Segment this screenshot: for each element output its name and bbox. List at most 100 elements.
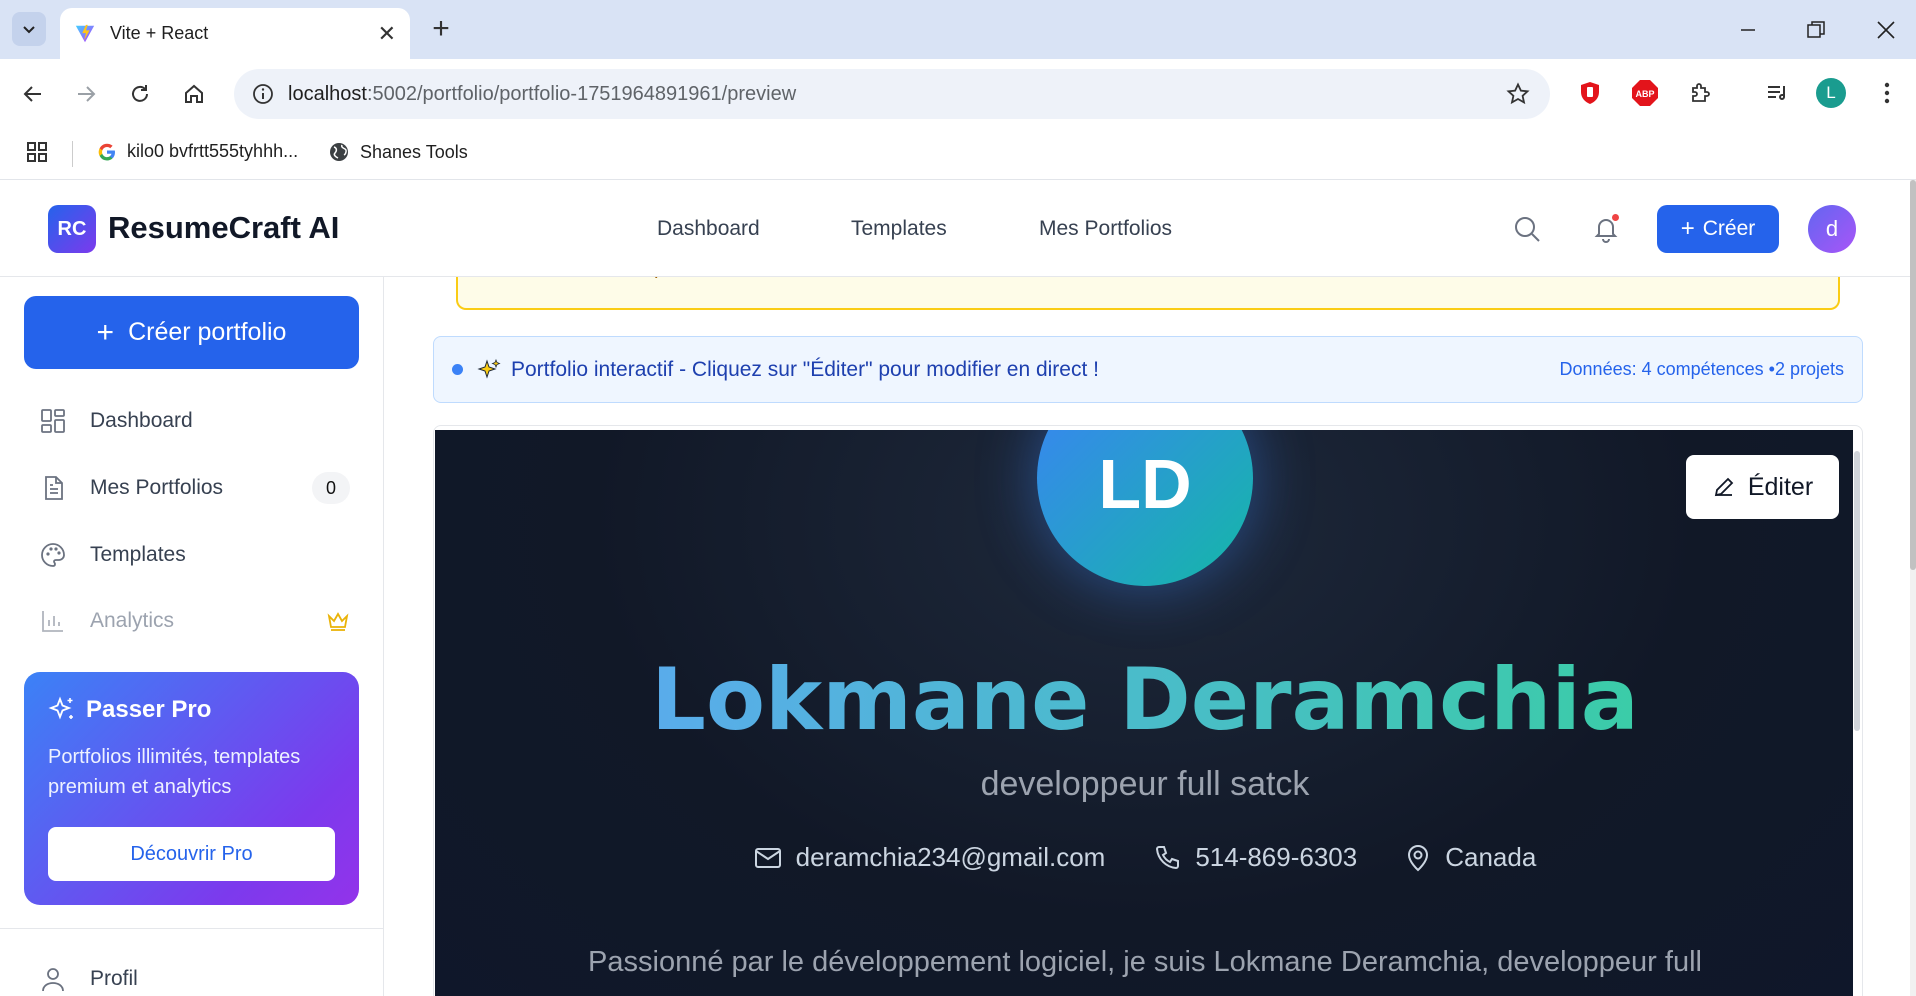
notification-dot	[1610, 212, 1621, 223]
create-portfolio-label: Créer portfolio	[128, 318, 287, 346]
sidebar-item-analytics[interactable]: Analytics	[40, 601, 350, 641]
search-icon	[1515, 217, 1540, 242]
edit-button-label: Éditer	[1747, 472, 1814, 501]
bookmarks-bar: kilo0 bvfrtt555tyhhh... Shanes Tools	[0, 129, 1916, 180]
app-header: RC ResumeCraft AI Dashboard Templates Me…	[0, 180, 1910, 277]
arrow-left-icon	[23, 86, 41, 102]
minimize-icon	[1741, 29, 1755, 31]
address-bar[interactable]: localhost:5002/portfolio/portfolio-17519…	[234, 69, 1550, 119]
info-message: Portfolio interactif - Cliquez sur "Édit…	[511, 357, 1099, 381]
extensions-puzzle-icon[interactable]	[1684, 76, 1718, 110]
url-host: localhost	[288, 82, 367, 105]
browser-menu-icon[interactable]	[1870, 76, 1904, 110]
warning-banner: p	[456, 277, 1840, 310]
palette-icon	[41, 543, 65, 567]
contact-email[interactable]: deramchia234@gmail.com	[754, 842, 1106, 873]
portfolio-avatar: LD	[1037, 430, 1253, 586]
logo-text[interactable]: ResumeCraft AI	[108, 210, 339, 246]
pro-title: Passer Pro	[86, 696, 212, 723]
bookmark-label: kilo0 bvfrtt555tyhhh...	[127, 141, 299, 161]
new-tab-button[interactable]: +	[424, 12, 458, 46]
bookmark-label: Shanes Tools	[360, 141, 468, 162]
chevron-down-icon	[23, 26, 35, 34]
dashboard-icon	[41, 409, 65, 433]
home-icon	[185, 84, 203, 103]
portfolio-name: Lokmane Deramchia	[435, 650, 1853, 750]
topnav-templates[interactable]: Templates	[851, 217, 947, 241]
portfolio-bio: Passionné par le développement logiciel,…	[588, 946, 1702, 978]
search-button[interactable]	[1508, 210, 1546, 248]
portfolio-role: developpeur full satck	[980, 765, 1310, 803]
page-scrollbar-track[interactable]	[1910, 180, 1916, 996]
close-icon	[1877, 21, 1895, 39]
portfolio-count-badge: 0	[312, 472, 350, 504]
profile-avatar[interactable]: L	[1816, 78, 1846, 108]
edit-button[interactable]: Éditer	[1686, 455, 1839, 519]
page-scrollbar-thumb[interactable]	[1910, 180, 1916, 570]
sidebar-item-templates[interactable]: Templates	[40, 535, 350, 575]
vite-favicon-icon	[75, 24, 95, 42]
portfolio-preview-frame: LD Éditer Lokmane Deramchia developpeur …	[433, 425, 1863, 996]
media-queue-icon[interactable]	[1760, 76, 1794, 110]
bookmark-item[interactable]: kilo0 bvfrtt555tyhhh...	[97, 141, 298, 162]
sidebar-item-profil[interactable]: Profil	[40, 959, 350, 996]
close-window-button[interactable]	[1866, 10, 1906, 50]
status-dot	[452, 364, 463, 375]
upgrade-pro-card: Passer Pro Portfolios illimités, templat…	[24, 672, 359, 905]
pencil-icon	[1714, 477, 1734, 497]
contact-phone[interactable]: 514-869-6303	[1153, 842, 1357, 873]
plus-icon: +	[96, 315, 115, 349]
restore-icon	[1807, 21, 1825, 38]
pro-description: Portfolios illimités, templates premium …	[48, 746, 301, 798]
tab-search-button[interactable]	[12, 12, 46, 46]
reload-icon	[132, 85, 148, 102]
map-pin-icon	[1408, 844, 1429, 871]
notifications-button[interactable]	[1587, 210, 1625, 248]
reload-button[interactable]	[121, 75, 159, 113]
minimize-window-button[interactable]	[1728, 10, 1768, 50]
bookmark-item[interactable]: Shanes Tools	[328, 141, 468, 163]
restore-window-button[interactable]	[1796, 10, 1836, 50]
tab-title: Vite + React	[110, 23, 209, 43]
sidebar-divider	[0, 928, 384, 929]
logo-badge[interactable]: RC	[48, 205, 96, 253]
globe-icon	[330, 143, 348, 161]
create-button[interactable]: + Créer	[1657, 205, 1779, 253]
bookmark-star-icon[interactable]	[1506, 82, 1530, 106]
discover-pro-button[interactable]: Découvrir Pro	[48, 827, 335, 881]
apps-grid-icon[interactable]	[26, 141, 48, 163]
sparkles-icon	[48, 696, 73, 720]
user-icon	[42, 968, 64, 992]
forward-button[interactable]	[67, 75, 105, 113]
sidebar-item-label: Templates	[90, 543, 186, 566]
create-portfolio-button[interactable]: + Créer portfolio	[24, 296, 359, 369]
browser-toolbar: localhost:5002/portfolio/portfolio-17519…	[0, 59, 1916, 129]
topnav-dashboard[interactable]: Dashboard	[657, 217, 760, 241]
adblock-plus-extension-icon[interactable]: ABP	[1628, 76, 1662, 110]
sidebar-item-label: Analytics	[90, 609, 175, 632]
ublock-extension-icon[interactable]	[1573, 76, 1607, 110]
arrow-right-icon	[78, 86, 96, 102]
sidebar-item-dashboard[interactable]: Dashboard	[40, 401, 350, 441]
email-text: deramchia234@gmail.com	[795, 842, 1106, 872]
mail-icon	[754, 847, 781, 868]
site-info-icon[interactable]	[252, 83, 274, 105]
crown-icon	[327, 612, 349, 631]
sidebar-item-mes-portfolios[interactable]: Mes Portfolios 0	[40, 468, 350, 508]
document-icon	[45, 476, 63, 500]
user-avatar[interactable]: d	[1808, 205, 1856, 253]
portfolio-preview: LD Éditer Lokmane Deramchia developpeur …	[435, 430, 1853, 996]
topnav-mes-portfolios[interactable]: Mes Portfolios	[1039, 217, 1172, 241]
svg-text:ABP: ABP	[1635, 89, 1654, 99]
phone-text: 514-869-6303	[1195, 842, 1358, 872]
home-button[interactable]	[175, 75, 213, 113]
create-button-label: Créer	[1702, 217, 1756, 240]
browser-tab[interactable]: Vite + React ✕	[60, 8, 410, 59]
url-text: localhost:5002/portfolio/portfolio-17519…	[288, 83, 796, 106]
contact-location: Canada	[1405, 842, 1536, 873]
preview-scrollbar[interactable]	[1854, 451, 1860, 731]
close-tab-icon[interactable]: ✕	[378, 21, 396, 47]
back-button[interactable]	[14, 75, 52, 113]
main-content: p Portfolio interactif - Cliquez sur "Éd…	[385, 277, 1910, 996]
interactive-info-bar: Portfolio interactif - Cliquez sur "Édit…	[433, 336, 1863, 403]
